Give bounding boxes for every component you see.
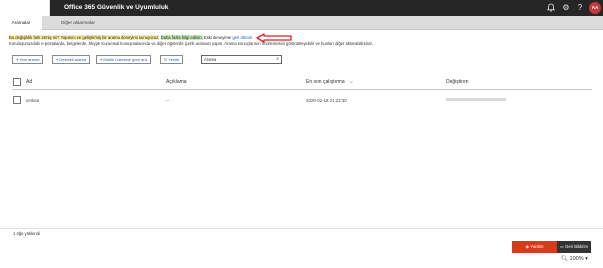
search-icon[interactable]: ⌕	[276, 56, 279, 63]
go-back-link[interactable]: geri dönün	[232, 35, 252, 40]
zoom-control[interactable]: 🔍︎ 100% ▾	[561, 255, 588, 264]
select-all-checkbox[interactable]	[13, 78, 21, 86]
tab-searches[interactable]: Aramalar	[0, 16, 42, 30]
item-count: 1 öğe yüklendi	[13, 231, 41, 236]
help-button[interactable]: ◉ Yardım	[512, 241, 557, 253]
notice-text: Bu değişiklik fark etmiş mi? Yapısını ve…	[9, 35, 160, 40]
row-description: --	[166, 98, 169, 103]
zoom-icon: 🔍︎	[561, 256, 570, 262]
chevron-down-icon: ⌵	[349, 79, 353, 85]
bell-icon[interactable]	[546, 3, 556, 13]
question-icon[interactable]: ?	[575, 3, 585, 13]
new-search-button[interactable]: +Yeni arama	[12, 55, 44, 64]
column-header-modified-by[interactable]: Değiştiren	[446, 78, 469, 86]
column-header-description[interactable]: Açıklama	[166, 78, 187, 86]
row-last-run: 2020-02-18 21:22:30	[306, 98, 347, 103]
refresh-button[interactable]: ↻ Yenile	[160, 55, 184, 64]
plus-icon: +	[16, 57, 19, 62]
tab-other-exports[interactable]: Diğer aktarmalar	[50, 16, 106, 30]
search-input[interactable]: Arama ⌕	[201, 55, 282, 64]
column-header-last-run[interactable]: En son çalıştırma ⌵	[306, 78, 353, 86]
app-launcher-area[interactable]	[0, 0, 50, 16]
feedback-button[interactable]: ▭ Geri Bildirim	[557, 241, 591, 253]
chevron-down-icon: ▾	[583, 256, 588, 262]
id-list-search-button[interactable]: +Kimlik Listesine göre ara	[96, 55, 151, 64]
plus-icon: +	[56, 57, 59, 62]
row-name[interactable]: serkan	[26, 97, 39, 104]
page-description: Kuruluşunuzdaki e-postalarda, belgelerde…	[9, 41, 374, 46]
footer-divider	[0, 228, 603, 229]
gear-icon[interactable]: ⚙	[561, 3, 571, 13]
row-checkbox[interactable]	[13, 96, 21, 104]
notice-old-experience-text: Eski deneyime	[203, 35, 232, 40]
row-modified-by-redacted	[446, 98, 506, 101]
header-divider	[12, 89, 592, 90]
avatar[interactable]: AA	[589, 2, 601, 14]
learn-more-text[interactable]: Daha fazla bilgi edinin.	[160, 35, 203, 40]
notice-banner: Bu değişiklik fark etmiş mi? Yapısını ve…	[9, 34, 252, 41]
plus-icon: +	[100, 57, 103, 62]
guided-search-button[interactable]: +Destekli arama	[52, 55, 91, 64]
app-title: Office 365 Güvenlik ve Uyumluluk	[64, 4, 169, 11]
column-header-name[interactable]: Ad	[26, 78, 32, 86]
